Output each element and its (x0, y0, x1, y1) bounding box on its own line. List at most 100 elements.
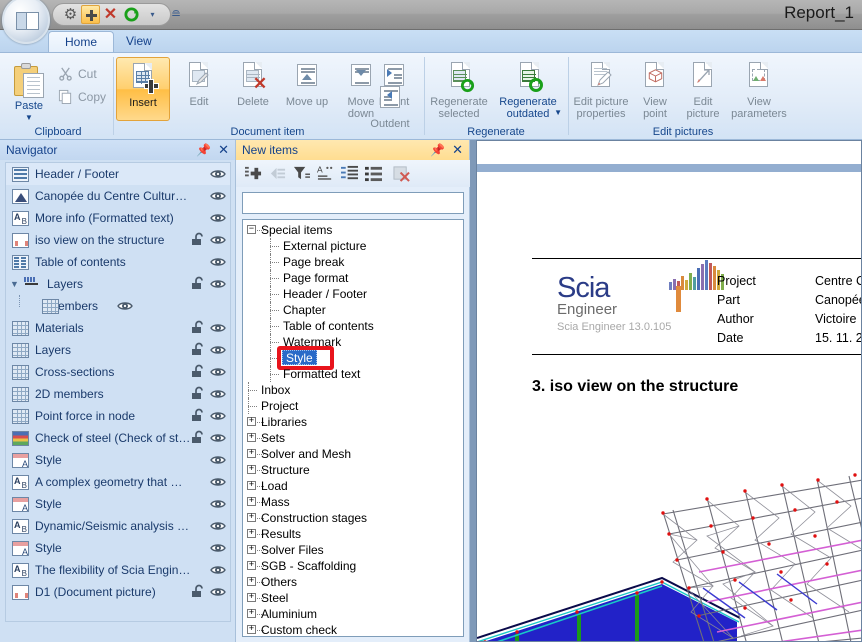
tree-node[interactable]: Page format (243, 270, 463, 286)
collapse-icon[interactable]: − (247, 225, 256, 234)
delete-icon[interactable]: ✕ (100, 5, 121, 24)
lock-toggle[interactable] (191, 320, 207, 336)
navigator-item[interactable]: Members (6, 295, 230, 317)
visibility-toggle[interactable] (117, 298, 133, 314)
lock-toggle[interactable] (98, 298, 114, 314)
chevron-down-icon[interactable]: ▼ (554, 107, 562, 119)
edit-button[interactable]: Edit (172, 57, 226, 121)
move-up-button[interactable]: Move up (280, 57, 334, 121)
insert-button[interactable]: Insert (116, 57, 170, 121)
lock-toggle[interactable] (191, 386, 207, 402)
tree-node[interactable]: External picture (243, 238, 463, 254)
tree-node-label[interactable]: Inbox (261, 382, 290, 398)
visibility-toggle[interactable] (210, 232, 226, 248)
copy-button[interactable]: Copy (56, 87, 106, 106)
expand-icon[interactable]: + (247, 417, 256, 426)
tree-node-label[interactable]: Others (261, 574, 297, 590)
tree-node[interactable]: + Solver Files (243, 542, 463, 558)
expand-icon[interactable]: + (247, 433, 256, 442)
document-page[interactable]: Scia Engineer Scia Engineer 13.0.105 Pro… (476, 172, 862, 642)
tree-node-label[interactable]: Construction stages (261, 510, 367, 526)
list-view-icon[interactable] (362, 163, 384, 184)
lock-toggle[interactable] (191, 584, 207, 600)
tree-node-label[interactable]: Solver and Mesh (261, 446, 351, 462)
visibility-toggle[interactable] (210, 540, 226, 556)
tree-node[interactable]: + Steel (243, 590, 463, 606)
lock-toggle[interactable] (191, 188, 207, 204)
view-parameters-button[interactable]: View parameters (728, 57, 790, 121)
tree-node-label[interactable]: Libraries (261, 414, 307, 430)
tree-node[interactable]: + Structure (243, 462, 463, 478)
visibility-toggle[interactable] (210, 562, 226, 578)
tree-node-label[interactable]: External picture (283, 238, 366, 254)
tree-node-label[interactable]: Project (261, 398, 298, 414)
tree-node[interactable]: + Results (243, 526, 463, 542)
navigator-item[interactable]: iso view on the structure (6, 229, 230, 251)
settings-gear-icon[interactable]: ⚙ (60, 5, 81, 24)
tree-node-label[interactable]: Header / Footer (283, 286, 367, 302)
lock-toggle[interactable] (191, 166, 207, 182)
navigator-item[interactable]: Table of contents (6, 251, 230, 273)
expand-icon[interactable]: + (247, 609, 256, 618)
tree-node[interactable]: + SGB - Scaffolding (243, 558, 463, 574)
tree-node[interactable]: − Special items (243, 222, 463, 238)
close-icon[interactable]: ✕ (452, 142, 463, 158)
navigator-item[interactable]: A B Dynamic/Seismic analysis (F… (6, 515, 230, 537)
expand-icon[interactable]: + (247, 481, 256, 490)
tree-node[interactable]: + Solver and Mesh (243, 446, 463, 462)
tree-node[interactable]: + Sets (243, 430, 463, 446)
tree-node[interactable]: Chapter (243, 302, 463, 318)
expand-icon[interactable]: + (247, 577, 256, 586)
navigator-item[interactable]: A B The flexibility of Scia Engine… (6, 559, 230, 581)
tree-node[interactable]: + Construction stages (243, 510, 463, 526)
chevron-down-icon[interactable]: ▼ (25, 112, 33, 124)
navigator-item[interactable]: 2D members (6, 383, 230, 405)
navigator-item[interactable]: ▼ Layers (6, 273, 230, 295)
tree-node-label[interactable]: Page break (283, 254, 344, 270)
expand-icon[interactable]: + (247, 625, 256, 634)
tree-node-label[interactable]: Solver Files (261, 542, 324, 558)
visibility-toggle[interactable] (210, 342, 226, 358)
lock-toggle[interactable] (191, 474, 207, 490)
lock-toggle[interactable] (191, 210, 207, 226)
visibility-toggle[interactable] (210, 188, 226, 204)
iso-view-structure-3d-model[interactable] (477, 462, 861, 641)
visibility-toggle[interactable] (210, 320, 226, 336)
visibility-toggle[interactable] (210, 518, 226, 534)
tree-node[interactable]: Project (243, 398, 463, 414)
visibility-toggle[interactable] (210, 584, 226, 600)
tree-node-label[interactable]: Chapter (283, 302, 326, 318)
pin-icon[interactable]: 📌 (430, 143, 445, 157)
expand-icon[interactable]: + (247, 545, 256, 554)
tree-node-label[interactable]: Structure (261, 462, 310, 478)
tree-node-label[interactable]: Aluminium (261, 606, 317, 622)
tab-home[interactable]: Home (48, 31, 115, 52)
visibility-toggle[interactable] (210, 496, 226, 512)
edit-picture-button[interactable]: Edit picture (678, 57, 728, 121)
tree-node[interactable]: + Mass (243, 494, 463, 510)
navigator-list[interactable]: Header / Footer Canopée du Centre Culture… (5, 162, 231, 622)
tree-node[interactable]: Table of contents (243, 318, 463, 334)
expand-icon[interactable]: + (247, 561, 256, 570)
tree-node-label[interactable]: SGB - Scaffolding (261, 558, 356, 574)
cut-button[interactable]: Cut (56, 64, 97, 83)
tree-node-label[interactable]: Custom check (261, 622, 337, 636)
tree-node-label[interactable]: Mass (261, 494, 290, 510)
visibility-toggle[interactable] (210, 364, 226, 380)
regenerate-selected-button[interactable]: Regenerate selected (426, 57, 492, 121)
lock-toggle[interactable] (191, 408, 207, 424)
paste-button[interactable]: Paste ▼ (6, 57, 52, 127)
lock-toggle[interactable] (191, 496, 207, 512)
lock-toggle[interactable] (191, 232, 207, 248)
outdent-button[interactable]: Outdent (363, 79, 417, 143)
customize-toolbar-icon[interactable]: ≘ (171, 7, 181, 21)
tree-node[interactable]: Style (243, 350, 463, 366)
tree-node-label[interactable]: Table of contents (283, 318, 374, 334)
navigator-item[interactable]: Style (6, 537, 230, 559)
tree-view-icon[interactable] (338, 163, 360, 184)
navigator-item[interactable]: Header / Footer (6, 163, 230, 185)
expand-icon[interactable]: + (247, 497, 256, 506)
navigator-item[interactable]: Point force in node (6, 405, 230, 427)
add-item-icon[interactable] (242, 163, 264, 184)
expand-icon[interactable]: + (247, 465, 256, 474)
